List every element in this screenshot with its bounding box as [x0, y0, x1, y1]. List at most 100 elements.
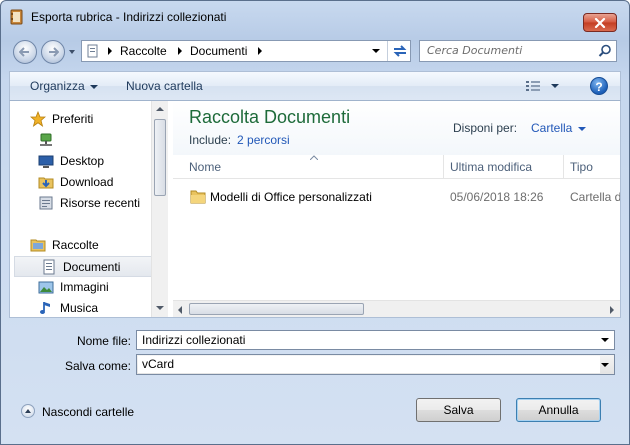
nav-label: Raccolte	[52, 238, 99, 252]
include-locations-link[interactable]: 2 percorsi	[237, 133, 290, 147]
nav-item-musica[interactable]: Musica	[32, 298, 152, 317]
column-modified[interactable]: Ultima modifica	[450, 160, 532, 174]
arrange-by-dropdown[interactable]: Cartella	[531, 121, 587, 135]
nav-label: Desktop	[60, 154, 105, 168]
filename-label: Nome file:	[76, 334, 131, 348]
nav-label: Musica	[60, 301, 99, 315]
folder-location-icon	[87, 44, 98, 58]
nav-label: Documenti	[63, 260, 121, 274]
nav-label: Download	[60, 175, 114, 189]
chevron-up-icon	[25, 409, 31, 413]
address-book-icon	[10, 9, 23, 25]
horizontal-scrollbar[interactable]	[173, 300, 620, 317]
save-type-label: Salva come:	[64, 359, 131, 373]
save-type-select[interactable]: vCard	[136, 354, 615, 375]
file-type: Cartella d	[570, 190, 620, 204]
new-folder-button[interactable]: Nuova cartella	[126, 79, 203, 93]
column-name[interactable]: Nome	[189, 160, 221, 174]
scroll-up-icon[interactable]	[156, 107, 164, 111]
sort-ascending-icon	[310, 155, 318, 160]
scrollbar-thumb[interactable]	[189, 303, 364, 315]
title-bar: Esporta rubrica - Indirizzi collezionati	[1, 1, 629, 32]
command-bar: Organizza Nuova cartella ?	[9, 71, 621, 101]
column-divider[interactable]	[443, 155, 444, 179]
breadcrumb-raccolte[interactable]: Raccolte	[120, 44, 167, 58]
refresh-icon	[393, 45, 406, 57]
chevron-down-icon	[578, 126, 587, 131]
back-button[interactable]	[13, 40, 37, 64]
library-title: Raccolta Documenti	[189, 107, 351, 127]
breadcrumb-arrow-icon[interactable]	[256, 46, 264, 56]
navigation-scrollbar[interactable]	[151, 101, 168, 317]
close-button[interactable]	[583, 13, 617, 32]
include-label: Include:	[189, 133, 232, 147]
nav-label: Preferiti	[52, 112, 94, 126]
arrange-by-value: Cartella	[531, 121, 573, 135]
save-button[interactable]: Salva	[416, 398, 501, 422]
save-type-value: vCard	[138, 356, 600, 373]
breadcrumb-arrow-icon[interactable]	[106, 46, 114, 56]
nav-item-network-favorite[interactable]	[32, 130, 152, 151]
star-icon	[30, 111, 46, 127]
recent-pages-dropdown-icon[interactable]	[68, 48, 76, 56]
window-title: Esporta rubrica - Indirizzi collezionati	[31, 10, 227, 24]
nav-item-preferiti[interactable]: Preferiti	[14, 109, 152, 130]
back-arrow-icon	[19, 47, 29, 57]
nav-item-documenti[interactable]: Documenti	[14, 256, 152, 277]
hide-folders-label[interactable]: Nascondi cartelle	[42, 405, 134, 419]
recent-places-icon	[39, 196, 53, 210]
filename-input[interactable]: Indirizzi collezionati	[136, 330, 615, 350]
search-input[interactable]: Cerca Documenti	[419, 40, 617, 62]
documents-icon	[43, 259, 55, 275]
forward-arrow-icon	[49, 47, 59, 57]
file-name: Modelli di Office personalizzati	[210, 190, 372, 204]
nav-item-risorse-recenti[interactable]: Risorse recenti	[32, 193, 152, 214]
view-details-icon[interactable]	[526, 80, 540, 92]
file-modified: 05/06/2018 18:26	[450, 190, 544, 204]
chevron-down-icon	[89, 84, 98, 89]
hide-folders-toggle[interactable]	[21, 404, 35, 418]
help-icon[interactable]: ?	[590, 77, 608, 95]
scroll-left-icon[interactable]	[178, 306, 182, 314]
chevron-down-icon[interactable]	[601, 338, 609, 342]
column-divider[interactable]	[563, 155, 564, 179]
organize-label: Organizza	[30, 79, 85, 93]
scroll-down-icon[interactable]	[156, 306, 164, 310]
chevron-down-icon	[601, 363, 609, 367]
arrange-by-label: Disponi per:	[453, 121, 518, 135]
cancel-button[interactable]: Annulla	[516, 398, 601, 422]
network-icon	[40, 133, 52, 146]
search-icon[interactable]	[598, 44, 612, 58]
address-history-dropdown[interactable]	[365, 41, 387, 61]
navigation-pane: Preferiti Desktop Download Risorse recen…	[10, 101, 170, 317]
nav-item-immagini[interactable]: Immagini	[32, 277, 152, 298]
file-row[interactable]: Modelli di Office personalizzati 05/06/2…	[173, 187, 620, 207]
column-header: Nome Ultima modifica Tipo	[173, 155, 620, 179]
nav-item-download[interactable]: Download	[32, 172, 152, 193]
folder-icon	[190, 190, 206, 204]
library-include: Include: 2 percorsi	[189, 133, 290, 147]
nav-item-desktop[interactable]: Desktop	[32, 151, 152, 172]
column-type[interactable]: Tipo	[570, 160, 593, 174]
filename-value: Indirizzi collezionati	[142, 333, 246, 347]
refresh-button[interactable]	[387, 41, 411, 61]
organize-menu-button[interactable]: Organizza	[30, 79, 98, 93]
browser-area: Preferiti Desktop Download Risorse recen…	[9, 101, 621, 318]
chevron-down-icon	[372, 49, 380, 53]
forward-button[interactable]	[41, 40, 65, 64]
view-options-dropdown-icon[interactable]	[551, 84, 559, 88]
breadcrumb-arrow-icon[interactable]	[176, 46, 184, 56]
address-bar[interactable]: Raccolte Documenti	[81, 40, 411, 62]
breadcrumb-documenti[interactable]: Documenti	[190, 44, 247, 58]
download-icon	[38, 177, 54, 189]
desktop-icon	[38, 155, 54, 168]
scrollbar-thumb[interactable]	[154, 119, 166, 196]
close-icon	[594, 17, 606, 28]
scroll-right-icon[interactable]	[610, 306, 614, 314]
file-list-pane: Raccolta Documenti Include: 2 percorsi Di…	[173, 101, 620, 317]
nav-item-raccolte[interactable]: Raccolte	[14, 235, 152, 256]
library-header: Raccolta Documenti Include: 2 percorsi Di…	[173, 101, 620, 155]
music-icon	[40, 302, 50, 314]
pictures-icon	[38, 281, 54, 294]
nav-label: Risorse recenti	[60, 196, 141, 210]
